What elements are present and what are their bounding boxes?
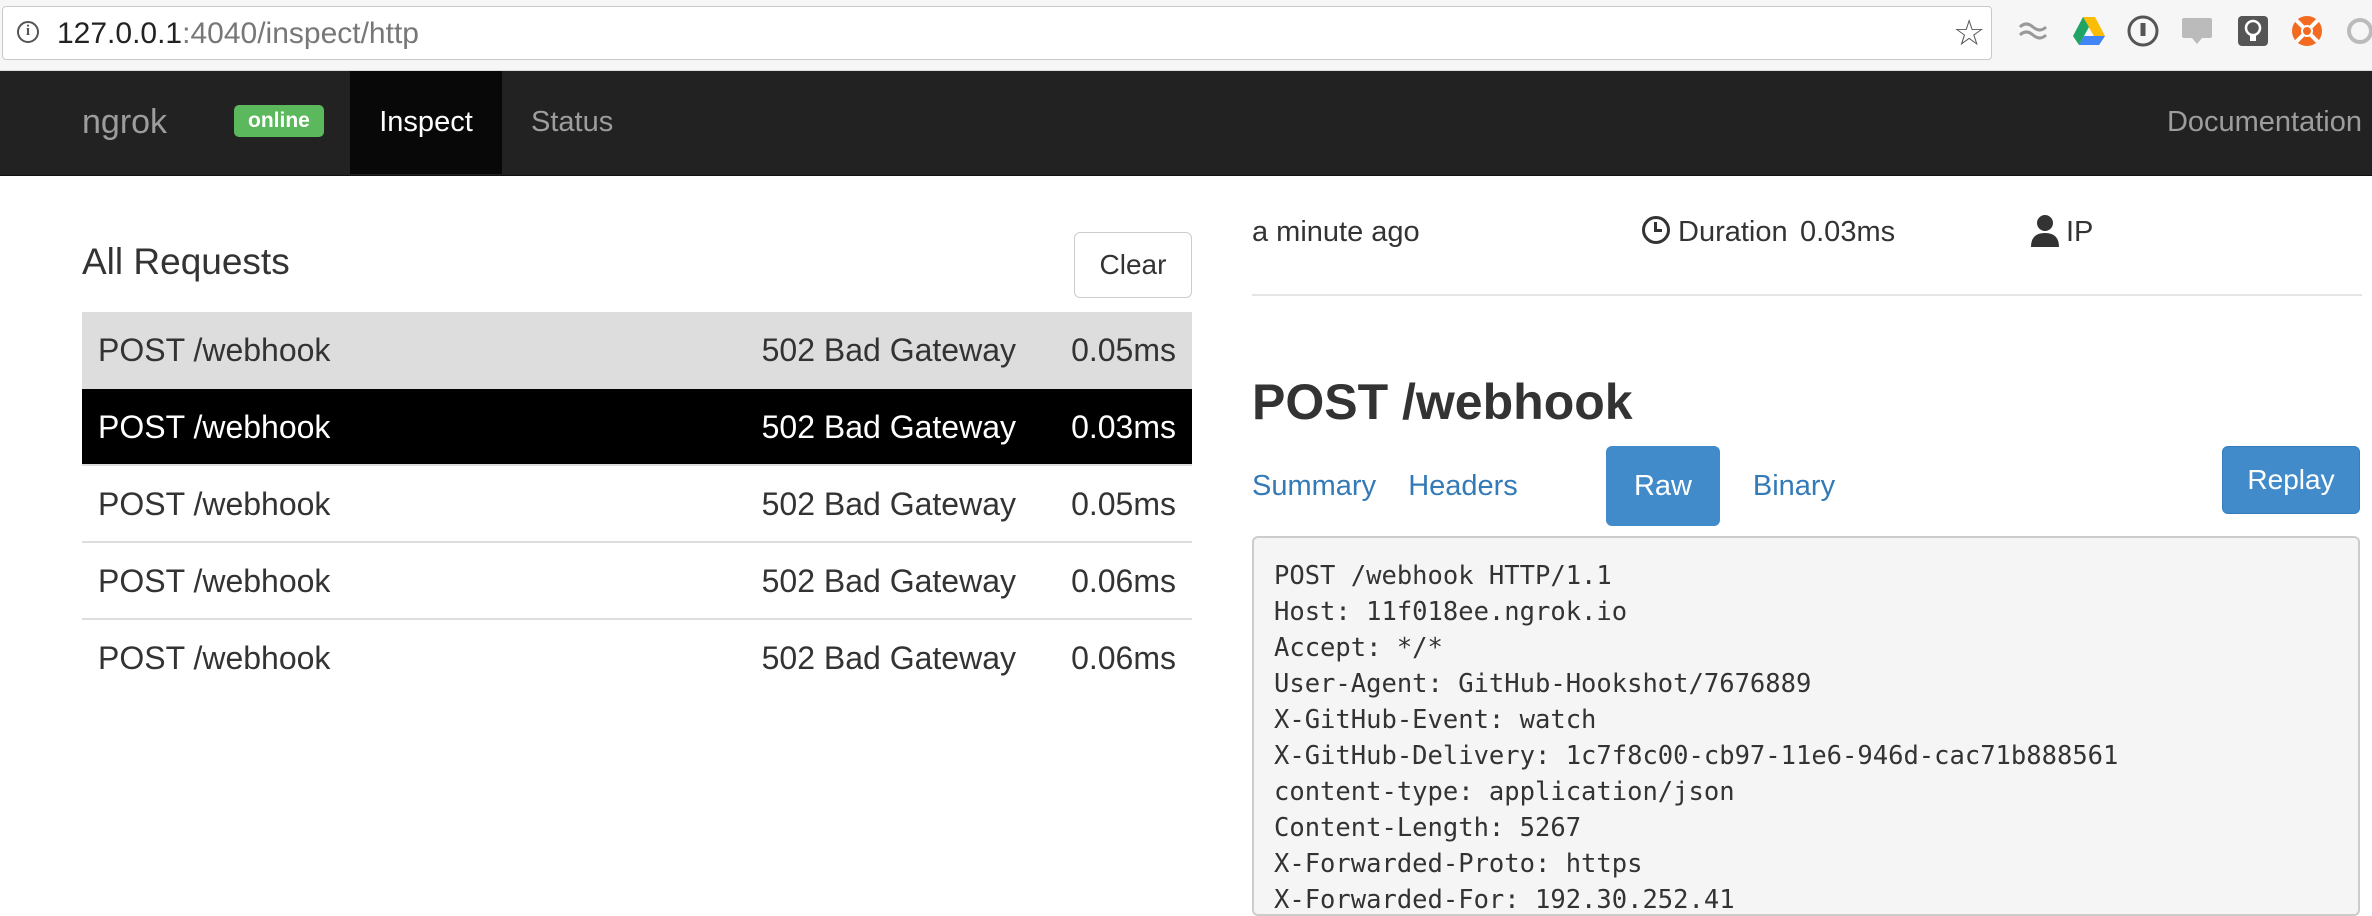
request-list: POST /webhook 502 Bad Gateway 0.05ms POS… [82,312,1192,697]
nav-item-status[interactable]: Status [531,71,613,174]
request-row[interactable]: POST /webhook 502 Bad Gateway 0.05ms [82,312,1192,389]
raw-line: Host: 11f018ee.ngrok.io [1274,597,1628,627]
request-row[interactable]: POST /webhook 502 Bad Gateway 0.05ms [82,466,1192,543]
raw-line: Content-Length: 5267 [1274,813,1582,843]
url-text: 127.0.0.1:4040/inspect/http [57,17,419,50]
top-navbar: ngrok online Inspect Status Documentatio… [0,71,2372,176]
request-duration: 0.03ms [1071,409,1176,445]
password-manager-icon[interactable] [2126,14,2160,48]
nav-item-documentation[interactable]: Documentation [2167,71,2362,174]
raw-request-body: POST /webhook HTTP/1.1 Host: 11f018ee.ng… [1252,536,2360,916]
tab-summary[interactable]: Summary [1252,446,1376,526]
request-row-selected[interactable]: POST /webhook 502 Bad Gateway 0.03ms [82,389,1192,466]
request-path: POST /webhook [98,563,331,599]
css-extension-icon[interactable] [2180,14,2214,48]
extension-wave-icon[interactable] [2016,14,2050,48]
tab-raw[interactable]: Raw [1606,446,1720,526]
request-path: POST /webhook [98,640,331,676]
ip-label: IP [2066,216,2094,248]
browser-toolbar: i 127.0.0.1:4040/inspect/http ☆ [0,0,2372,71]
duration-value: 0.03ms [1800,216,1896,248]
request-meta: a minute ago Duration 0.03ms IP [1252,210,2362,296]
settings-extension-icon[interactable] [2342,14,2372,48]
replay-button[interactable]: Replay [2222,446,2360,514]
raw-line: X-GitHub-Delivery: 1c7f8c00-cb97-11e6-94… [1274,741,2119,771]
info-icon[interactable]: i [17,21,39,43]
raw-line: User-Agent: GitHub-Hookshot/7676889 [1274,669,1812,699]
request-duration: 0.06ms [1071,640,1176,676]
tab-headers[interactable]: Headers [1400,446,1526,526]
bookmark-star-icon[interactable]: ☆ [1953,13,1985,53]
brand-logo[interactable]: ngrok [82,101,167,143]
request-status: 502 Bad Gateway [761,486,1016,522]
raw-line: X-Forwarded-Proto: https [1274,849,1643,879]
status-badge: online [234,105,324,137]
request-status: 502 Bad Gateway [761,409,1016,445]
tab-binary[interactable]: Binary [1740,446,1848,526]
duration-label: Duration [1678,216,1788,248]
lifebuoy-icon[interactable] [2290,14,2324,48]
request-duration: 0.05ms [1071,332,1176,368]
request-path: POST /webhook [98,486,331,522]
raw-line: POST /webhook HTTP/1.1 [1274,561,1612,591]
all-requests-title: All Requests [82,241,290,282]
request-time: a minute ago [1252,216,1420,248]
request-status: 502 Bad Gateway [761,563,1016,599]
raw-line: X-Forwarded-For: 192.30.252.41 [1274,885,1735,915]
nav-item-inspect[interactable]: Inspect [350,71,502,174]
request-detail-title: POST /webhook [1252,374,1633,430]
request-row[interactable]: POST /webhook 502 Bad Gateway 0.06ms [82,543,1192,620]
address-bar[interactable]: i 127.0.0.1:4040/inspect/http ☆ [2,6,1992,60]
request-status: 502 Bad Gateway [761,640,1016,676]
clock-icon [1642,216,1670,244]
request-status: 502 Bad Gateway [761,332,1016,368]
lightbulb-icon[interactable] [2236,14,2270,48]
raw-line: X-GitHub-Event: watch [1274,705,1597,735]
user-icon [2031,215,2059,247]
clear-button[interactable]: Clear [1074,232,1192,298]
request-duration: 0.06ms [1071,563,1176,599]
request-path: POST /webhook [98,409,331,445]
raw-line: content-type: application/json [1274,777,1735,807]
raw-line: Accept: */* [1274,633,1443,663]
request-duration: 0.05ms [1071,486,1176,522]
request-row[interactable]: POST /webhook 502 Bad Gateway 0.06ms [82,620,1192,697]
request-path: POST /webhook [98,332,331,368]
google-drive-icon[interactable] [2072,14,2106,48]
